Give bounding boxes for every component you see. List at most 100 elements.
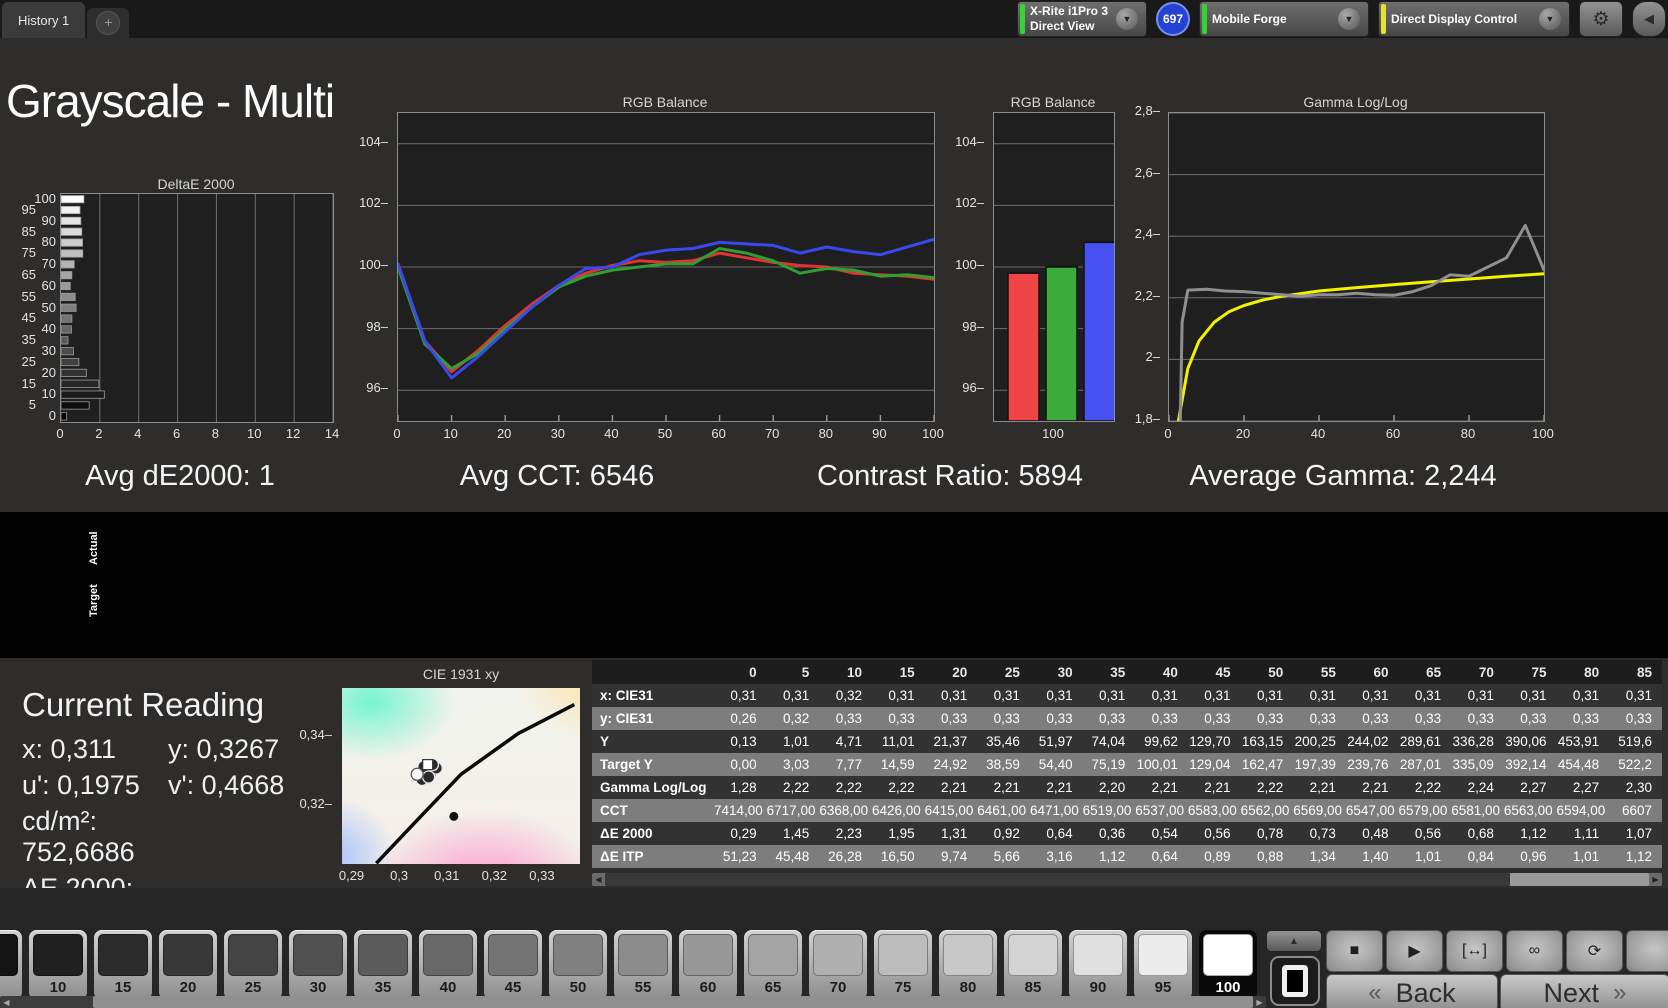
- scrollbar-thumb[interactable]: [605, 873, 1510, 886]
- row-label: x: CIE31: [600, 688, 654, 703]
- step-button-70[interactable]: 70: [809, 930, 867, 1000]
- stop-button[interactable]: ■: [1326, 930, 1383, 972]
- table-cell: 6583,00: [1187, 803, 1237, 818]
- table-cell: 14,59: [880, 757, 915, 772]
- y-tick-label: 2,6–: [1134, 164, 1160, 180]
- x-tick-label: 2: [95, 426, 103, 441]
- meter-name: X-Rite i1Pro 3: [1029, 4, 1108, 18]
- indicator-button[interactable]: [1626, 930, 1668, 972]
- steps-expand-button[interactable]: ▲: [1266, 930, 1322, 952]
- display-control-button[interactable]: Direct Display Control ▼: [1378, 1, 1570, 37]
- table-cell: 6471,00: [1029, 803, 1079, 818]
- y-tick-label: 2–: [1145, 349, 1160, 365]
- table-cell: 6579,00: [1398, 803, 1448, 818]
- table-cell: 0,00: [730, 757, 757, 772]
- step-label: 55: [634, 979, 652, 996]
- source-select-button[interactable]: Mobile Forge ▼: [1199, 1, 1369, 37]
- refresh-button[interactable]: ⟳: [1566, 930, 1623, 972]
- scroll-right-icon[interactable]: ▶: [1649, 873, 1662, 886]
- step-button-5[interactable]: 5: [0, 930, 22, 1000]
- table-cell: 0,33: [1256, 711, 1284, 726]
- tab-history-1[interactable]: History 1: [2, 2, 86, 38]
- rgb-bar-y-axis: 96– 98– 100– 102– 104–: [948, 112, 988, 420]
- scrollbar-thumb[interactable]: [93, 996, 1253, 1008]
- step-measure-button[interactable]: [↔]: [1446, 930, 1503, 972]
- step-button-65[interactable]: 65: [744, 930, 802, 1000]
- step-button-60[interactable]: 60: [679, 930, 737, 1000]
- y-tick-label: 102–: [955, 195, 984, 211]
- step-button-20[interactable]: 20: [159, 930, 217, 1000]
- step-button-15[interactable]: 15: [94, 930, 152, 1000]
- y-tick-label: 85: [21, 223, 36, 239]
- step-button-35[interactable]: 35: [354, 930, 412, 1000]
- scroll-right-icon[interactable]: ▶: [1253, 996, 1266, 1008]
- continuous-button[interactable]: ∞: [1506, 930, 1563, 972]
- chevrons-right-icon: »: [1613, 979, 1627, 1006]
- step-button-85[interactable]: 85: [1004, 930, 1062, 1000]
- table-cell: 2,22: [888, 780, 915, 795]
- table-cell: 0,32: [835, 688, 862, 703]
- step-swatch: [33, 934, 83, 976]
- step-button-25[interactable]: 25: [224, 930, 282, 1000]
- table-cell: 519,6: [1618, 734, 1652, 749]
- step-swatch: [1073, 934, 1123, 976]
- x-tick-label: 100: [922, 426, 944, 441]
- step-button-75[interactable]: 75: [874, 930, 932, 1000]
- table-cell: 522,2: [1618, 757, 1652, 772]
- y-tick-label: 30: [41, 343, 56, 358]
- table-cell: 1,11: [1573, 826, 1600, 841]
- step-swatch: [1203, 934, 1253, 976]
- table-cell: 0,31: [941, 688, 968, 703]
- next-button[interactable]: Next »: [1500, 974, 1668, 1008]
- step-swatch: [1008, 934, 1058, 976]
- step-button-95[interactable]: 95: [1134, 930, 1192, 1000]
- settings-button[interactable]: ⚙: [1579, 1, 1623, 37]
- chevron-down-icon: ▼: [1338, 8, 1360, 30]
- summary-stat: Contrast Ratio: 5894: [817, 460, 1083, 492]
- pattern-window-button[interactable]: [1270, 956, 1320, 1006]
- step-button-55[interactable]: 55: [614, 930, 672, 1000]
- table-cell: 51,97: [1038, 734, 1073, 749]
- table-cell: 6461,00: [977, 803, 1027, 818]
- pattern-step-buttons: 5 10 15 20 25 30 35 40 45 50 55 60 65 70 75 80 85 90 95 100: [0, 930, 1257, 1000]
- table-cell: 289,61: [1399, 734, 1442, 749]
- step-button-100[interactable]: 100: [1199, 930, 1257, 1000]
- step-button-90[interactable]: 90: [1069, 930, 1127, 1000]
- table-cell: 1,01: [1572, 849, 1600, 864]
- reading-row: cd/m²: 752,6686: [22, 806, 284, 868]
- step-button-45[interactable]: 45: [484, 930, 542, 1000]
- step-label: 95: [1154, 979, 1172, 996]
- table-cell: 6594,00: [1556, 803, 1606, 818]
- scroll-left-icon[interactable]: ◀: [0, 996, 13, 1008]
- meter-select-button[interactable]: X-Rite i1Pro 3 Direct View ▼: [1016, 1, 1147, 37]
- table-cell: 1,12: [1098, 849, 1126, 864]
- exposure-badge[interactable]: 697: [1156, 2, 1190, 36]
- play-button[interactable]: ▶: [1386, 930, 1443, 972]
- scroll-left-icon[interactable]: ◀: [592, 873, 605, 886]
- step-button-40[interactable]: 40: [419, 930, 477, 1000]
- table-cell: 0,33: [1572, 711, 1600, 726]
- step-swatch: [98, 934, 148, 976]
- table-cell: 2,27: [1572, 780, 1600, 795]
- step-button-30[interactable]: 30: [289, 930, 347, 1000]
- step-button-10[interactable]: 10: [29, 930, 87, 1000]
- table-cell: 6562,00: [1240, 803, 1290, 818]
- row-label: ΔE 2000: [600, 826, 653, 841]
- back-button[interactable]: « Back: [1326, 974, 1498, 1008]
- cie-x-axis: 0,29 0,3 0,31 0,32 0,33: [339, 868, 580, 883]
- step-button-50[interactable]: 50: [549, 930, 607, 1000]
- collapse-panel-button[interactable]: ◀: [1632, 1, 1666, 37]
- y-tick-label: 104–: [955, 133, 984, 149]
- table-scrollbar[interactable]: ◀ ▶: [592, 873, 1662, 886]
- table-cell: 0,33: [1362, 711, 1389, 726]
- column-header: 85: [1609, 660, 1662, 684]
- table-cell: 0,31: [1362, 688, 1389, 703]
- table-cell: 2,21: [993, 780, 1020, 795]
- steps-scrollbar[interactable]: ◀ ▶: [0, 996, 1266, 1008]
- meter-mode: Direct View: [1029, 19, 1095, 33]
- table-row: ΔE ITP 51,23 45,48 26,28 16,50 9,74 5,66 3,16 1,…: [592, 845, 1662, 868]
- table-cell: 129,04: [1189, 757, 1231, 772]
- add-tab-button[interactable]: +: [87, 8, 130, 38]
- table-cell: 335,09: [1452, 757, 1494, 772]
- step-button-80[interactable]: 80: [939, 930, 997, 1000]
